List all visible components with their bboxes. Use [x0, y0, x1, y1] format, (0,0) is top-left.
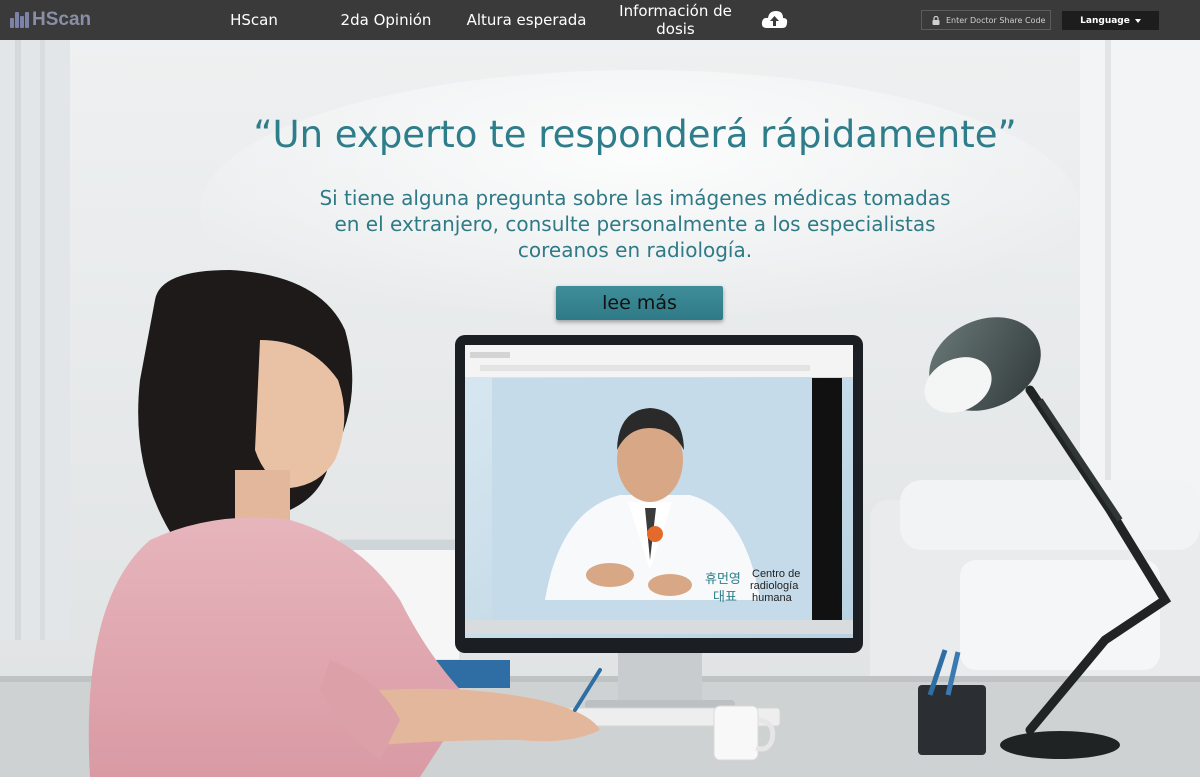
monitor-korean-line1: 휴먼영 [705, 572, 741, 587]
monitor-caption-line1: Centro de [752, 568, 800, 580]
monitor-korean-line2: 대표 [713, 590, 737, 605]
hscan-logo[interactable]: HScan [10, 9, 91, 31]
nav-item-dose-information[interactable]: Información de dosis [612, 0, 739, 40]
doctor-share-code-field[interactable] [921, 10, 1051, 30]
cloud-upload-icon[interactable] [761, 9, 788, 31]
top-navbar: HScan HScan 2da Opinión Altura esperada … [0, 0, 1200, 40]
hero-title: “Un experto te responderá rápidamente” [253, 113, 1017, 156]
monitor-caption-line3: humana [752, 592, 793, 604]
lock-icon [932, 15, 940, 25]
brand-name: HScan [32, 9, 92, 30]
language-label: Language [1080, 15, 1130, 26]
hero-subtitle: Si tiene alguna pregunta sobre las imáge… [319, 186, 951, 262]
nav-item-second-opinion[interactable]: 2da Opinión [330, 0, 442, 40]
caret-down-icon [1134, 18, 1141, 23]
language-dropdown[interactable]: Language [1062, 11, 1159, 30]
nav-item-hscan[interactable]: HScan [214, 0, 294, 40]
read-more-button[interactable]: lee más [556, 286, 723, 320]
doctor-share-code-input[interactable] [946, 15, 1046, 25]
nav-item-expected-height[interactable]: Altura esperada [460, 0, 593, 40]
monitor-caption-line2: radiología [750, 580, 799, 592]
hscan-logo-icon [10, 12, 29, 28]
page: Centro de radiología humana 휴먼영 대표 HScan… [0, 0, 1200, 777]
